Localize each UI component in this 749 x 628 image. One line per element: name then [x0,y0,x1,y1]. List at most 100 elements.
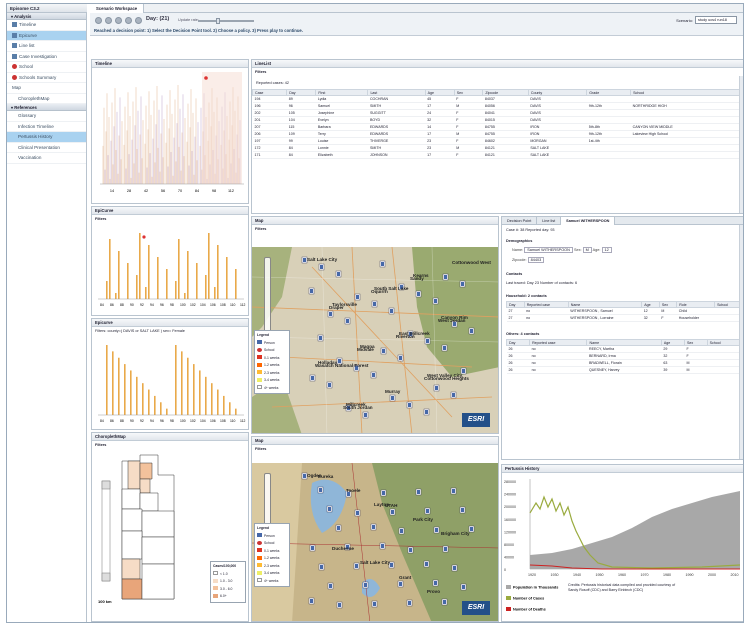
update-rate-slider[interactable] [198,20,254,22]
nav-clinical-presentation[interactable]: Clinical Presentation [7,143,86,153]
table-row[interactable]: 27 no WITHERSPOON , Lorraine 32 F Householder [506,314,740,322]
detail-scrollbar[interactable] [739,225,743,459]
table-cell: 84121 [482,144,529,152]
epicurve-bar [235,269,237,299]
epicurve-bar [205,376,207,415]
table-cell: THIVERGE [367,137,426,145]
x-tick-label: 70 [178,189,182,193]
epicurve-bar [181,351,183,415]
tab-case-detail[interactable]: Samuel WITHERSPOON [561,217,616,225]
y-tick-label: 200000 [504,505,516,509]
nav-school[interactable]: School [7,62,86,73]
scenario-select[interactable]: study ucs4 run18 [695,16,737,24]
line-list-filters: Filters [255,70,267,74]
choropleth-legend-title: Cases/100,000 [213,564,237,568]
zoom-out-icon[interactable] [101,572,111,582]
nav-map[interactable]: Map [7,83,86,94]
nav-epicurve[interactable]: Epicurve [7,30,86,41]
x-tick-label: 104 [200,303,206,307]
table-cell: 26 [506,352,530,360]
table-row[interactable]: 206 109 Terry EDWARDS 17 M 84755 IRON 9th-12th La… [252,130,743,138]
table-cell: 194 [252,95,287,103]
legend-person[interactable]: Person [257,533,287,541]
x-tick-label: 112 [228,189,234,193]
person-marker-fill [311,546,314,550]
table-row[interactable]: 26 no BERNARD, Irma 32 F [506,352,740,360]
app-window: Episome C3.2 ▾ Analysis Timeline Epicurv… [6,3,744,623]
stop-icon[interactable] [95,17,102,24]
epicurve-panel: EpiCurve Filters 84 86 88 90 92 94 96 98 100 102 1… [91,206,249,316]
nav-case-investigation[interactable]: Case Investigation [7,52,86,62]
table-cell: 197 [252,137,287,145]
legend-school[interactable]: School [257,540,287,548]
table-cell: F [684,352,708,360]
line-list-scrollbar[interactable] [739,76,743,213]
nav-infection-timeline[interactable]: Infection Timeline [7,122,86,132]
epicurve-bar [118,251,120,299]
table-row[interactable]: 172 84 Lonnie SMITH 23 M 84121 SALT LAKE [252,144,743,152]
table-row[interactable]: 197 99 Louise THIVERGE 23 F 84602 MORGAN 1st-4th [252,137,743,145]
legend-school[interactable]: School [257,347,287,355]
nav-line-list[interactable]: Line list [7,41,86,52]
place-label: Provo [427,589,440,594]
tab-scenario-workspace[interactable]: Scenario Workspace [90,4,145,13]
table-row[interactable]: 171 84 Elizabeth JOHNSON 17 F 84121 SALT LAKE [252,151,743,159]
map-filters: Filters [255,227,267,231]
table-row[interactable]: 27 no WITHERSPOON , Samuel 12 M Child [506,307,740,315]
table-cell: REECY, Martha [586,345,662,353]
nav-choropleth-map[interactable]: ChoroplethMap [7,94,86,104]
esri-logo: ESRI [462,413,490,427]
epicurve-bar [223,395,225,415]
table-row[interactable]: 196 96 Samuel SMITH 17 M 84056 DAVIS 9th-12th NOR… [252,102,743,110]
table-row[interactable]: 201 104 Evelyn BOYD 32 F 84015 DAVIS [252,116,743,124]
table-cell: 32 [661,352,685,360]
nav-glossary[interactable]: Glossary [7,111,86,122]
table-row[interactable]: 207 115 Barbara EDWARDS 14 F 84755 IRON 5th-8th C… [252,123,743,131]
epicurve-bar [187,251,189,299]
x-tick-label: 28 [127,189,131,193]
table-row[interactable]: 194 89 Lydia COCHRAN 45 F 84037 DAVIS [252,95,743,103]
person-marker-fill [381,262,384,266]
table-cell: MORGAN [528,137,587,145]
table-row[interactable]: 202 105 Josephine SUGGITT 24 F 84041 DAVIS [252,109,743,117]
legend-person[interactable]: Person [257,340,287,348]
analysis-section-header[interactable]: ▾ Analysis [7,13,86,20]
nav-schools-summary[interactable]: Schools Summary [7,73,86,83]
x-tick-label: 2010 [731,573,739,577]
nav-vaccination[interactable]: Vaccination [7,153,86,164]
rewind-icon[interactable] [105,17,112,24]
references-section-header[interactable]: ▾ References [7,104,86,111]
play-icon[interactable] [115,17,122,24]
table-cell: 26 [506,366,530,374]
x-tick-label: 1940 [573,573,581,577]
place-label: Duchesne [332,546,354,551]
table-row[interactable]: 26 no BRADWELL, Florain 63 M [506,359,740,367]
tab-line-list[interactable]: Line list [537,217,562,225]
table-row[interactable]: 26 no QUESNEY, Harvey 39 M [506,366,740,374]
table-row[interactable]: 26 no REECY, Martha 29 F [506,345,740,353]
nav-timeline[interactable]: Timeline [7,20,86,31]
nav-pertussis-history[interactable]: Pertussis History [7,132,86,143]
person-marker-fill [390,563,393,567]
tab-decision-point[interactable]: Decision Point [502,217,538,225]
fast-forward-icon[interactable] [135,17,142,24]
timeline-panel: Timeline 14 28 42 56 70 84 98 112 [91,59,249,204]
map2-filters: Filters [255,447,267,451]
table-cell: no [524,314,569,322]
x-tick-label: 104 [200,419,206,423]
zoom-in-icon[interactable] [101,480,111,490]
x-tick-label: 88 [120,419,124,423]
zoom-slider[interactable] [101,480,111,582]
table-cell: EDWARDS [367,130,426,138]
person-marker-fill [425,562,428,566]
step-icon[interactable] [125,17,132,24]
line-list-panel: LineList Filters Reported cases: 42 Case… [251,59,743,214]
person-marker-fill [337,272,340,276]
person-marker-fill [409,548,412,552]
map2-canvas[interactable]: Ogden Layton Brigham City Salt Lake City Pro… [252,463,498,621]
epicurve-bar [145,287,147,299]
map-canvas[interactable]: Salt Lake City South Salt Lake Canyon Rim M… [252,247,498,433]
update-rate-slider-knob[interactable] [216,18,220,24]
table-cell [630,144,743,152]
table-cell: Barbara [315,123,368,131]
